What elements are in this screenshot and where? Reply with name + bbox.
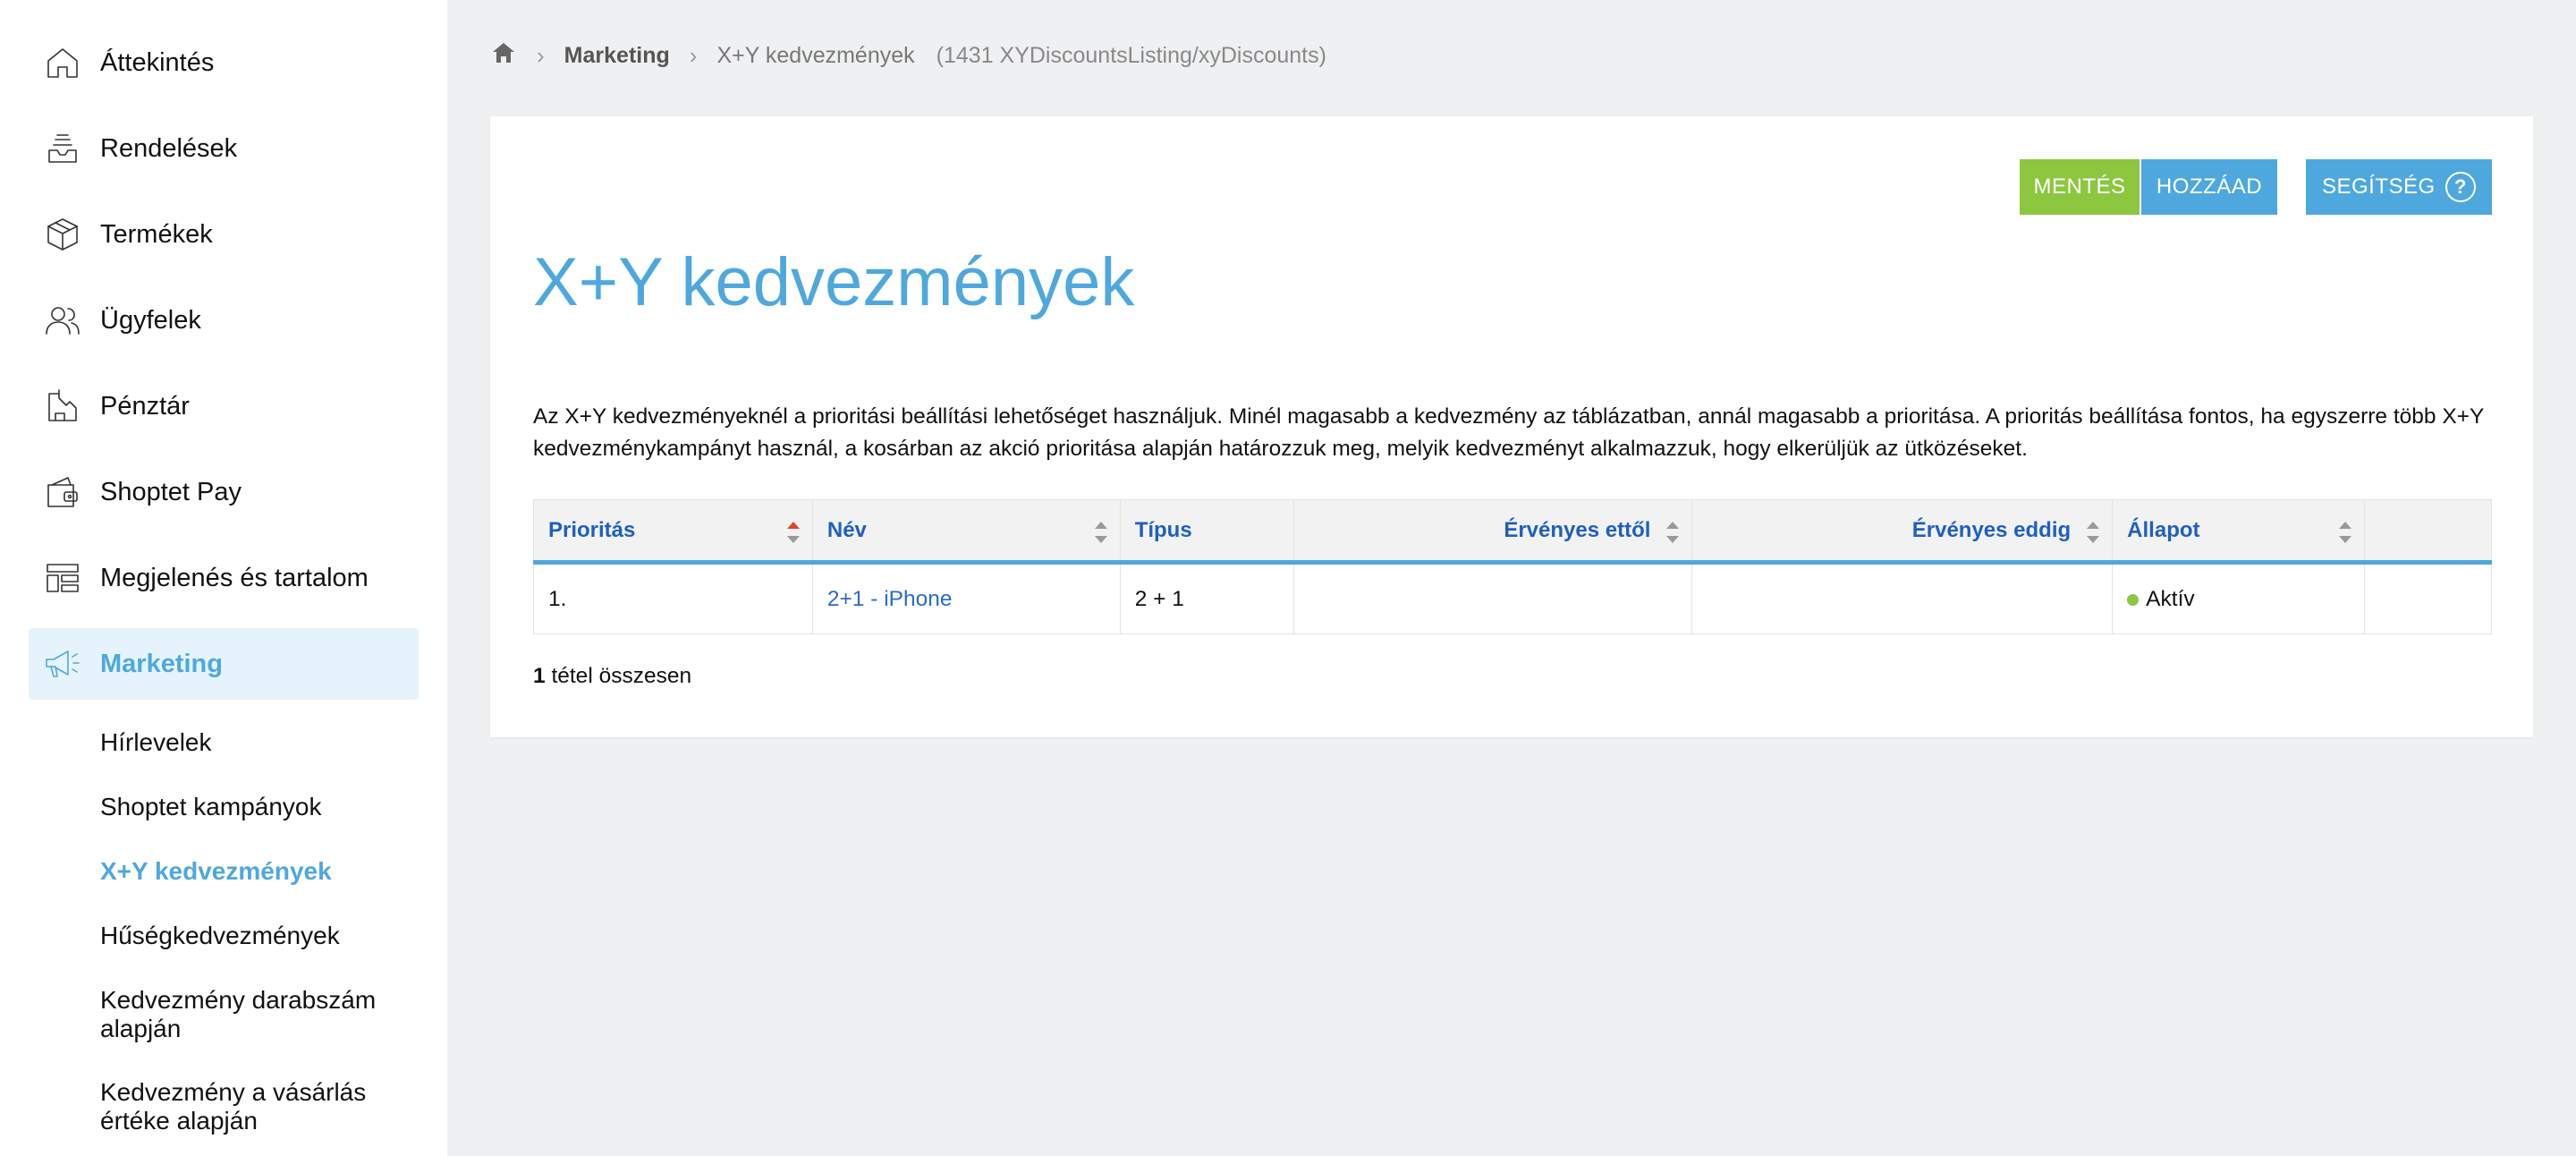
cell-priority: 1.: [533, 562, 813, 634]
sidebar: Áttekintés Rendelések Termékek Ügyfelek …: [0, 0, 447, 1156]
save-button[interactable]: MENTÉS: [2020, 159, 2140, 215]
question-icon: ?: [2445, 172, 2476, 202]
chevron-right-icon: ›: [689, 41, 698, 69]
sidebar-item-pos[interactable]: Pénztár: [29, 370, 419, 442]
column-header-priority[interactable]: Prioritás: [533, 499, 813, 565]
users-icon: [43, 301, 82, 340]
help-button-label: SEGÍTSÉG: [2322, 174, 2436, 199]
chevron-right-icon: ›: [537, 41, 545, 69]
breadcrumb-current: X+Y kedvezmények: [716, 42, 915, 68]
sidebar-item-orders[interactable]: Rendelések: [29, 113, 419, 184]
sidebar-item-products[interactable]: Termékek: [29, 199, 419, 270]
sidebar-item-shoptet-pay[interactable]: Shoptet Pay: [29, 456, 419, 528]
cell-status: Aktív: [2112, 562, 2366, 634]
sort-icon: [786, 522, 800, 543]
sidebar-subitem-loyalty-discounts[interactable]: Hűségkedvezmények: [100, 922, 422, 950]
page-description: Az X+Y kedvezményeknél a prioritási beál…: [533, 404, 2484, 461]
sidebar-subitem-shoptet-campaigns[interactable]: Shoptet kampányok: [100, 793, 422, 821]
add-button[interactable]: HOZZÁAD: [2141, 159, 2277, 215]
breadcrumb: › Marketing › X+Y kedvezmények (1431 XYD…: [490, 36, 1326, 75]
sort-icon: [1094, 522, 1107, 543]
sidebar-item-label: Megjelenés és tartalom: [100, 563, 369, 592]
sidebar-item-label: Termékek: [100, 219, 213, 249]
discounts-table: Prioritás Név Típus Érvényes ettől Érvén…: [533, 499, 2492, 634]
megaphone-icon: [43, 644, 82, 684]
sidebar-subitem-quantity-discount[interactable]: Kedvezmény darabszám alapján: [100, 986, 422, 1043]
sort-icon: [1666, 522, 1680, 543]
sidebar-item-customers[interactable]: Ügyfelek: [29, 285, 419, 356]
total-count: 1 tétel összesen: [533, 664, 691, 689]
sidebar-item-overview[interactable]: Áttekintés: [29, 27, 419, 98]
table-row[interactable]: 1. 2+1 - iPhone 2 + 1 Aktív: [533, 562, 2492, 634]
sort-icon: [2339, 522, 2352, 543]
status-dot-icon: [2127, 593, 2140, 606]
column-header-type: Típus: [1120, 499, 1294, 565]
column-header-name[interactable]: Név: [812, 499, 1121, 565]
home-icon: [43, 43, 82, 82]
sidebar-item-label: Ügyfelek: [100, 305, 201, 335]
sidebar-item-label: Áttekintés: [100, 47, 215, 77]
content-card: MENTÉS HOZZÁAD SEGÍTSÉG ? X+Y kedvezmény…: [490, 116, 2533, 737]
column-header-status[interactable]: Állapot: [2112, 499, 2366, 565]
sidebar-item-label: Marketing: [100, 649, 223, 678]
sidebar-item-label: Rendelések: [100, 133, 238, 163]
cell-type: 2 + 1: [1120, 562, 1294, 634]
cell-name-link[interactable]: 2+1 - iPhone: [812, 562, 1121, 634]
status-label: Aktív: [2146, 586, 2195, 611]
box-icon: [43, 215, 82, 254]
layout-icon: [43, 558, 82, 598]
sidebar-subitem-newsletters[interactable]: Hírlevelek: [100, 728, 422, 757]
help-button[interactable]: SEGÍTSÉG ?: [2306, 159, 2492, 215]
sidebar-item-marketing[interactable]: Marketing: [29, 628, 419, 700]
total-count-label: tétel összesen: [545, 664, 692, 688]
cell-actions: [2364, 562, 2492, 634]
column-header-valid-to[interactable]: Érvényes eddig: [1691, 499, 2114, 565]
wallet-icon: [43, 472, 82, 512]
sidebar-subitem-xy-discounts[interactable]: X+Y kedvezmények: [100, 857, 422, 886]
sort-icon: [2087, 522, 2100, 543]
sidebar-item-label: Shoptet Pay: [100, 477, 242, 506]
breadcrumb-code: (1431 XYDiscountsListing/xyDiscounts): [936, 42, 1326, 68]
page-title: X+Y kedvezmények: [533, 244, 1135, 320]
sidebar-subitem-order-value-discount[interactable]: Kedvezmény a vásárlás értéke alapján: [100, 1078, 422, 1135]
inbox-icon: [43, 129, 82, 168]
cell-valid-to: [1691, 562, 2114, 634]
sidebar-item-appearance[interactable]: Megjelenés és tartalom: [29, 542, 419, 614]
sidebar-item-label: Pénztár: [100, 391, 190, 421]
cell-valid-from: [1293, 562, 1693, 634]
column-header-valid-from[interactable]: Érvényes ettől: [1293, 499, 1693, 565]
home-icon[interactable]: [490, 39, 517, 72]
column-header-actions: [2364, 499, 2492, 565]
cash-register-icon: [43, 387, 82, 426]
breadcrumb-marketing[interactable]: Marketing: [564, 43, 670, 69]
total-count-number: 1: [533, 664, 546, 688]
